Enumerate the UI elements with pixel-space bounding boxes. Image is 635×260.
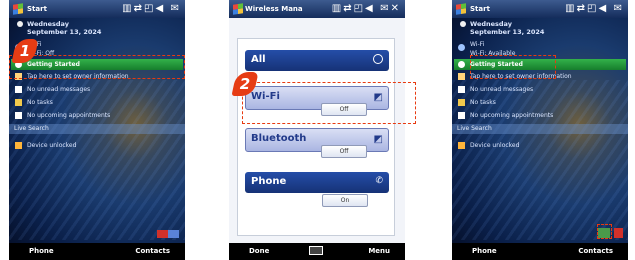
phone-icon: ✆ bbox=[375, 176, 383, 186]
step-callout: 1 bbox=[11, 39, 39, 63]
softkey-bar: Done Menu bbox=[229, 243, 405, 260]
highlight-box-tray bbox=[597, 224, 612, 239]
getting-started-icon bbox=[458, 61, 465, 68]
phone-section[interactable]: Phone ✆ bbox=[245, 172, 389, 193]
notification-icons[interactable] bbox=[157, 230, 179, 238]
softkey-bar: Phone Contacts bbox=[452, 243, 628, 260]
calendar-item[interactable]: No upcoming appointments bbox=[11, 110, 183, 121]
calendar-icon bbox=[15, 112, 22, 119]
messages-item[interactable]: No unread messages bbox=[11, 84, 183, 95]
wifi-icon bbox=[458, 44, 465, 51]
left-softkey[interactable]: Done bbox=[249, 247, 269, 255]
title: Start bbox=[470, 5, 490, 13]
notification-icon[interactable] bbox=[614, 228, 623, 238]
power-icon bbox=[373, 54, 383, 64]
calendar-item[interactable]: No upcoming appointments bbox=[454, 110, 626, 121]
phone-screen-wireless-manager: Wireless Mana ▥⇄◰◀ ✉✕ All Wi-Fi ◩ Off Blu… bbox=[229, 0, 405, 260]
tasks-item[interactable]: No tasks bbox=[11, 97, 183, 108]
highlight-box bbox=[242, 82, 416, 124]
windows-logo-icon[interactable] bbox=[13, 3, 23, 15]
bluetooth-settings-icon[interactable]: ◩ bbox=[374, 134, 383, 145]
all-toggle[interactable]: All bbox=[245, 50, 389, 71]
lock-item[interactable]: Device unlocked bbox=[454, 140, 626, 151]
title-bar: Wireless Mana ▥⇄◰◀ ✉✕ bbox=[229, 0, 405, 18]
step-callout: 2 bbox=[231, 72, 259, 96]
title: Start bbox=[27, 5, 47, 13]
date-item[interactable]: Wednesday September 13, 2024 bbox=[460, 20, 544, 36]
right-softkey[interactable]: Menu bbox=[368, 247, 390, 255]
live-search-bar[interactable]: Live Search bbox=[9, 124, 185, 134]
left-softkey[interactable]: Phone bbox=[472, 247, 497, 255]
highlight-box bbox=[470, 55, 556, 79]
calendar-icon bbox=[458, 112, 465, 119]
right-softkey[interactable]: Contacts bbox=[578, 247, 613, 255]
phone-toggle-button[interactable]: On bbox=[322, 194, 368, 207]
left-softkey[interactable]: Phone bbox=[29, 247, 54, 255]
lock-icon bbox=[458, 142, 465, 149]
bluetooth-section[interactable]: Bluetooth ◩ Off bbox=[245, 128, 389, 158]
windows-logo-icon[interactable] bbox=[456, 3, 466, 15]
clock-icon bbox=[17, 21, 23, 27]
comm-manager-panel: All Wi-Fi ◩ Off Bluetooth ◩ Off Phone ✆ On bbox=[237, 38, 395, 236]
tasks-item[interactable]: No tasks bbox=[454, 97, 626, 108]
title: Wireless Mana bbox=[245, 5, 303, 13]
status-icons[interactable]: ▥⇄◰◀ ✉✕ bbox=[332, 3, 401, 14]
owner-icon bbox=[458, 73, 465, 80]
title-bar: Start ▥⇄◰◀ ✉ bbox=[9, 0, 185, 18]
date-item[interactable]: Wednesday September 13, 2024 bbox=[17, 20, 101, 36]
tasks-icon bbox=[458, 99, 465, 106]
lock-icon bbox=[15, 142, 22, 149]
envelope-icon bbox=[15, 86, 22, 93]
right-softkey[interactable]: Contacts bbox=[135, 247, 170, 255]
bluetooth-toggle-button[interactable]: Off bbox=[321, 145, 367, 158]
phone-screen-start: Start ▥⇄◰◀ ✉ Wednesday September 13, 202… bbox=[452, 0, 628, 260]
live-search-bar[interactable]: Live Search bbox=[452, 124, 628, 134]
keyboard-icon[interactable] bbox=[309, 246, 323, 255]
lock-item[interactable]: Device unlocked bbox=[11, 140, 183, 151]
tasks-icon bbox=[15, 99, 22, 106]
status-icons[interactable]: ▥⇄◰◀ ✉ bbox=[565, 3, 624, 14]
windows-logo-icon[interactable] bbox=[233, 3, 243, 15]
title-bar: Start ▥⇄◰◀ ✉ bbox=[452, 0, 628, 18]
clock-icon bbox=[460, 21, 466, 27]
softkey-bar: Phone Contacts bbox=[9, 243, 185, 260]
messages-item[interactable]: No unread messages bbox=[454, 84, 626, 95]
envelope-icon bbox=[458, 86, 465, 93]
status-icons[interactable]: ▥⇄◰◀ ✉ bbox=[122, 3, 181, 14]
